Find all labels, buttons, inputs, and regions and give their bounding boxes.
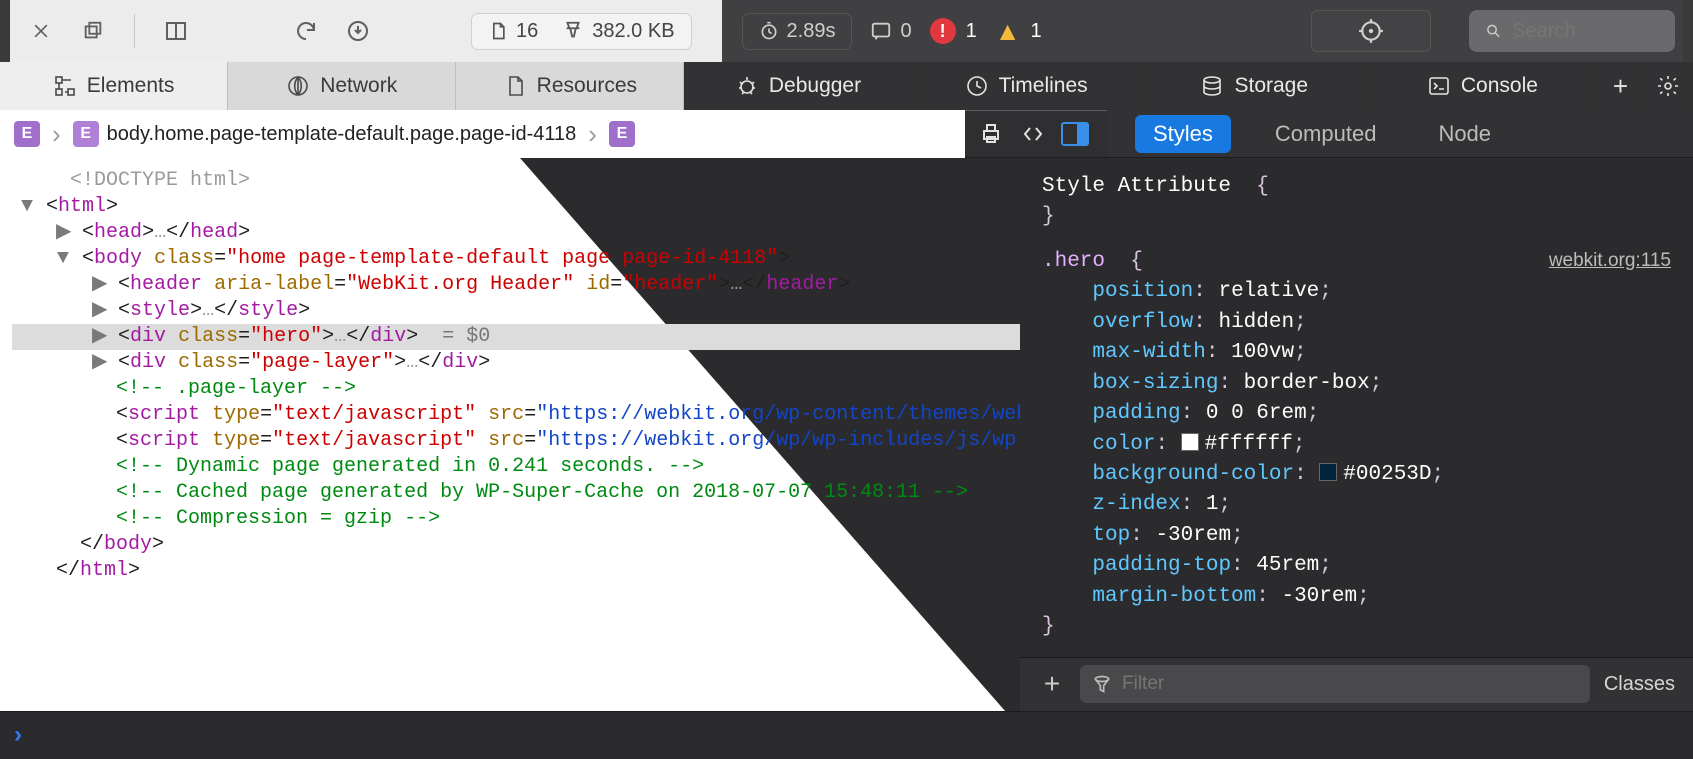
styles-tabs: Styles Computed Node bbox=[1107, 110, 1693, 158]
tab-timelines[interactable]: Timelines bbox=[913, 62, 1141, 110]
warn-badge[interactable]: ▲ 1 bbox=[995, 16, 1042, 47]
inspect-target-button[interactable] bbox=[1311, 10, 1431, 52]
style-rules[interactable]: Style Attribute { } .hero {webkit.org:11… bbox=[1020, 158, 1693, 657]
styles-tab-node[interactable]: Node bbox=[1420, 115, 1509, 153]
tab-network[interactable]: Network bbox=[228, 62, 456, 110]
doc-count-pill: 16 382.0 KB bbox=[471, 13, 692, 50]
load-time-pill: 2.89s bbox=[742, 13, 853, 50]
breadcrumb-root-icon[interactable]: E bbox=[14, 121, 40, 147]
filter-icon bbox=[1092, 674, 1112, 694]
classes-toggle[interactable]: Classes bbox=[1604, 673, 1675, 696]
style-property[interactable]: background-color: #00253D; bbox=[1042, 460, 1671, 490]
style-property[interactable]: margin-bottom: -30rem; bbox=[1042, 582, 1671, 612]
styles-pane: Style Attribute { } .hero {webkit.org:11… bbox=[1020, 158, 1693, 711]
styles-tab-styles[interactable]: Styles bbox=[1135, 115, 1231, 153]
breadcrumb-selected[interactable]: div.hero bbox=[643, 123, 713, 146]
style-property[interactable]: z-index: 1; bbox=[1042, 490, 1671, 520]
style-property[interactable]: padding-top: 45rem; bbox=[1042, 551, 1671, 581]
tab-console[interactable]: Console bbox=[1369, 62, 1597, 110]
error-badge[interactable]: ! 1 bbox=[930, 18, 977, 44]
source-link[interactable]: webkit.org:115 bbox=[1549, 247, 1671, 275]
tab-resources[interactable]: Resources bbox=[456, 62, 684, 110]
style-property[interactable]: max-width: 100vw; bbox=[1042, 338, 1671, 368]
top-toolbar: 16 382.0 KB 2.89s 0 ! 1 ▲ 1 bbox=[0, 0, 1693, 62]
search-icon bbox=[1485, 21, 1502, 41]
elements-icon bbox=[53, 74, 77, 98]
dom-selected-node[interactable]: ▶ <div class="hero">…</div> = $0 bbox=[12, 324, 1020, 350]
reload-icon[interactable] bbox=[289, 14, 323, 48]
print-icon[interactable] bbox=[977, 120, 1005, 148]
doc-count: 16 bbox=[516, 20, 538, 43]
gear-icon bbox=[1656, 74, 1680, 98]
close-icon[interactable] bbox=[24, 14, 58, 48]
dock-icon[interactable] bbox=[159, 14, 193, 48]
windows-icon[interactable] bbox=[76, 14, 110, 48]
main-area: <!DOCTYPE html> ▼ <html> ▶ <head>…</head… bbox=[0, 158, 1693, 711]
style-property[interactable]: padding: 0 0 6rem; bbox=[1042, 399, 1671, 429]
load-time: 2.89s bbox=[787, 20, 836, 43]
breadcrumb-node-icon[interactable]: E bbox=[73, 121, 99, 147]
styles-tab-computed[interactable]: Computed bbox=[1257, 115, 1395, 153]
debugger-icon bbox=[735, 74, 759, 98]
layout-right-button[interactable] bbox=[1061, 122, 1089, 146]
network-icon bbox=[286, 74, 310, 98]
add-rule-button[interactable]: + bbox=[1038, 670, 1066, 698]
style-property[interactable]: overflow: hidden; bbox=[1042, 308, 1671, 338]
breadcrumb-node-icon[interactable]: E bbox=[609, 121, 635, 147]
console-prompt-bar[interactable]: › bbox=[0, 711, 1693, 759]
chevron-right-icon: › bbox=[48, 119, 65, 150]
tab-strip: Elements Network Resources Debugger Time… bbox=[0, 62, 1693, 110]
transfer-size: 382.0 KB bbox=[592, 20, 674, 43]
console-prompt-icon: › bbox=[14, 721, 22, 749]
console-icon bbox=[1427, 74, 1451, 98]
dom-pane[interactable]: <!DOCTYPE html> ▼ <html> ▶ <head>…</head… bbox=[0, 158, 1020, 711]
style-property[interactable]: color: #ffffff; bbox=[1042, 430, 1671, 460]
search-input[interactable] bbox=[1512, 20, 1659, 43]
resources-icon bbox=[503, 74, 527, 98]
storage-icon bbox=[1200, 74, 1224, 98]
code-icon[interactable] bbox=[1019, 120, 1047, 148]
settings-button[interactable] bbox=[1645, 62, 1693, 110]
error-icon: ! bbox=[930, 18, 956, 44]
breadcrumb: E › E body.home.page-template-default.pa… bbox=[0, 110, 965, 158]
style-attribute-label: Style Attribute bbox=[1042, 175, 1231, 198]
tab-elements[interactable]: Elements bbox=[0, 62, 228, 110]
add-tab-button[interactable]: + bbox=[1597, 62, 1645, 110]
tab-storage[interactable]: Storage bbox=[1141, 62, 1369, 110]
timelines-icon bbox=[965, 74, 989, 98]
warning-icon: ▲ bbox=[995, 16, 1021, 47]
filter-input-wrapper[interactable] bbox=[1080, 665, 1590, 703]
styles-filter-bar: + Classes bbox=[1020, 657, 1693, 711]
rule-selector[interactable]: .hero bbox=[1042, 250, 1105, 273]
download-icon[interactable] bbox=[341, 14, 375, 48]
tab-debugger[interactable]: Debugger bbox=[684, 62, 912, 110]
doctype: <!DOCTYPE html> bbox=[70, 169, 250, 192]
breadcrumb-path[interactable]: body.home.page-template-default.page.pag… bbox=[107, 123, 577, 146]
chevron-right-icon: › bbox=[584, 119, 601, 150]
console-msg-count[interactable]: 0 bbox=[870, 20, 911, 43]
search-box[interactable] bbox=[1469, 10, 1675, 52]
style-property[interactable]: position: relative; bbox=[1042, 277, 1671, 307]
style-property[interactable]: top: -30rem; bbox=[1042, 521, 1671, 551]
filter-input[interactable] bbox=[1122, 673, 1578, 695]
style-property[interactable]: box-sizing: border-box; bbox=[1042, 369, 1671, 399]
